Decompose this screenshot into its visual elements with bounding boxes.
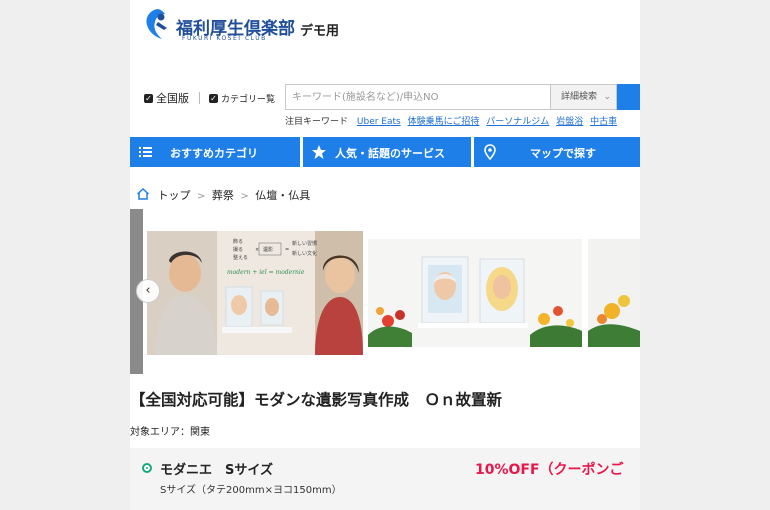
main-nav: おすすめカテゴリ 人気・話題のサービス マップで探す: [130, 137, 640, 167]
check-category[interactable]: ✓ カテゴリー覧: [209, 92, 275, 105]
slide-text-mid: 遺影: [263, 246, 273, 253]
demo-label: デモ用: [300, 24, 340, 39]
breadcrumb-funeral[interactable]: 葬祭: [212, 189, 234, 202]
detail-search-select[interactable]: 詳細検索 ⌄: [550, 84, 617, 110]
slide-text-line: 飾る: [233, 238, 243, 245]
photo-frames-image: [368, 239, 582, 347]
site-logo[interactable]: 福利厚生倶楽部 FUKURI KOSEI CLUB デモ用: [144, 8, 374, 48]
chevron-down-icon: ⌄: [603, 92, 611, 102]
keywords-label: 注目キーワード: [285, 117, 349, 127]
check-nationwide-label: 全国版: [156, 92, 189, 105]
checkbox-checked-icon: ✓: [209, 93, 218, 103]
star-icon: [312, 145, 326, 159]
list-icon: [139, 147, 152, 157]
carousel-prev-button[interactable]: ‹: [136, 279, 160, 303]
keyword-link[interactable]: 中古車: [590, 117, 617, 127]
slide-text-line: 撮る: [233, 246, 243, 253]
product-size: Sサイズ（タテ200mm×ヨコ150mm）: [160, 485, 342, 496]
flowers-image: [588, 239, 640, 347]
check-category-label: カテゴリー覧: [221, 94, 276, 105]
breadcrumb-altar: 仏壇・仏具: [255, 189, 311, 202]
chevron-left-icon: ‹: [145, 283, 151, 298]
nav-map-search[interactable]: マップで探す: [474, 137, 640, 167]
listing-title: 【全国対応可能】モダンな遺影写真作成 Ｏｎ故置新: [130, 391, 503, 409]
nav-recommended-categories[interactable]: おすすめカテゴリ: [130, 137, 300, 167]
nav-label: 人気・話題のサービス: [335, 147, 445, 160]
slide-text-line: 新しい文化: [292, 250, 317, 257]
keyword-link[interactable]: 体験乗馬にご招待: [408, 117, 480, 127]
nav-label: マップで探す: [530, 147, 596, 160]
page: 福利厚生倶楽部 FUKURI KOSEI CLUB デモ用 ✓ 全国版 ✓ カテ…: [130, 0, 640, 510]
divider: [198, 92, 200, 104]
chevron-right-icon: >: [197, 191, 206, 202]
search-button[interactable]: [617, 84, 640, 110]
check-nationwide[interactable]: ✓ 全国版: [144, 90, 189, 106]
product-name: モダニエ Sサイズ: [160, 463, 273, 478]
slide-text-line: 新しい習慣: [292, 240, 317, 247]
slide-text-line: 整える: [233, 254, 248, 261]
svg-text:×: ×: [255, 247, 259, 253]
keyword-link[interactable]: 岩盤浴: [556, 117, 583, 127]
carousel-slide-frames: [368, 239, 582, 347]
logo-mark-icon: [146, 9, 167, 39]
carousel-slide-partial: [588, 239, 640, 347]
trending-keywords: 注目キーワード Uber Eats 体験乗馬にご招待 パーソナルジム 岩盤浴 中…: [285, 114, 621, 127]
target-area: 対象エリア：関東: [130, 427, 210, 438]
keyword-link[interactable]: Uber Eats: [357, 117, 401, 127]
breadcrumb: トップ > 葬祭 > 仏壇・仏具: [136, 187, 310, 203]
search-input[interactable]: [285, 84, 550, 110]
carousel-slide-family: 飾る 撮る 整える × 遺影 = 新しい習慣 新しい文化 modern + ie…: [147, 231, 363, 355]
listing-header: 【全国対応可能】モダンな遺影写真作成 Ｏｎ故置新 対象エリア：関東: [130, 374, 640, 448]
breadcrumb-top[interactable]: トップ: [158, 189, 191, 202]
map-pin-icon: [484, 144, 496, 160]
nav-popular-services[interactable]: 人気・話題のサービス: [303, 137, 471, 167]
chevron-right-icon: >: [240, 191, 249, 202]
discount-badge: 10%OFF（クーポンご: [475, 462, 624, 478]
detail-search-label: 詳細検索: [561, 92, 598, 102]
checkbox-checked-icon: ✓: [144, 93, 153, 103]
logo-subtitle: FUKURI KOSEI CLUB: [182, 35, 267, 42]
keyword-link[interactable]: パーソナルジム: [486, 117, 549, 127]
svg-text:=: =: [285, 247, 289, 253]
bullet-icon: [142, 463, 152, 473]
image-carousel[interactable]: 飾る 撮る 整える × 遺影 = 新しい習慣 新しい文化 modern + ie…: [130, 209, 640, 374]
family-photo-image: 飾る 撮る 整える × 遺影 = 新しい習慣 新しい文化 modern + ie…: [147, 231, 363, 355]
home-icon[interactable]: [136, 187, 150, 201]
product-row[interactable]: モダニエ Sサイズ Sサイズ（タテ200mm×ヨコ150mm） 10%OFF（ク…: [130, 448, 640, 510]
search-scope-checks: ✓ 全国版 ✓ カテゴリー覧: [144, 90, 275, 106]
slide-brand: modern + ieī = modernie: [227, 269, 305, 276]
nav-label: おすすめカテゴリ: [170, 147, 258, 160]
